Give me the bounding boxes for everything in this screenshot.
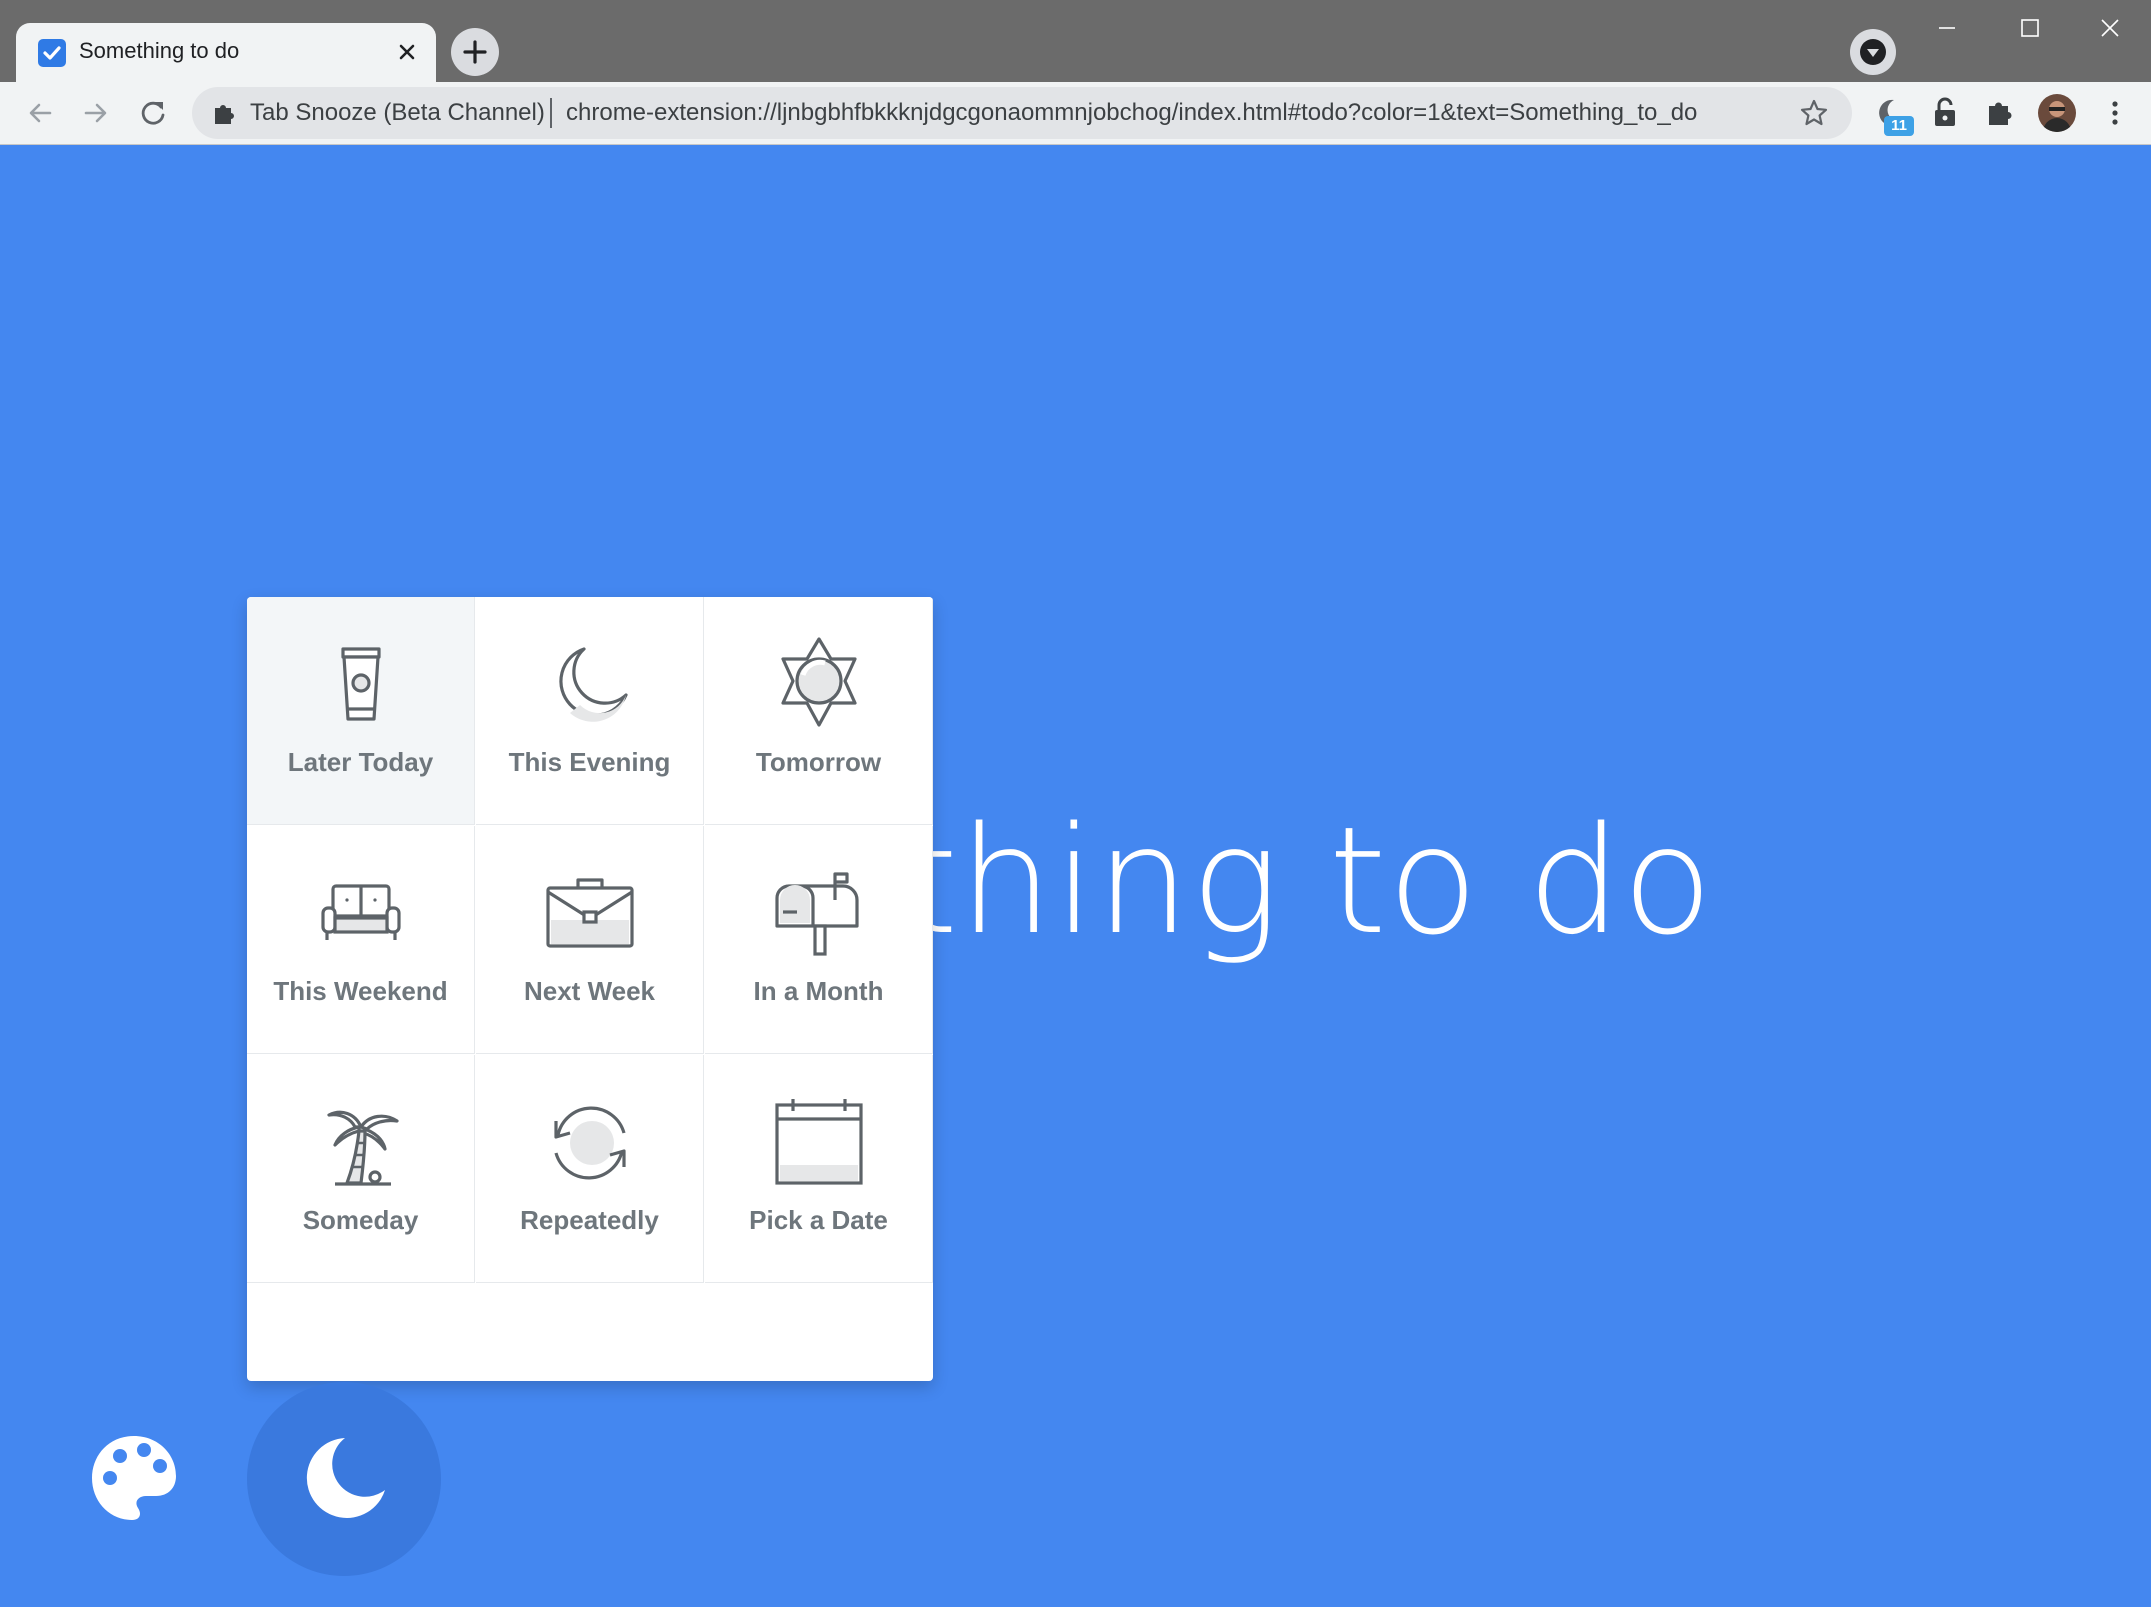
moon-icon bbox=[559, 647, 628, 722]
bookmark-star-icon[interactable] bbox=[1798, 97, 1830, 129]
couch-icon bbox=[321, 884, 401, 940]
address-bar[interactable]: Tab Snooze (Beta Channel) chrome-extensi… bbox=[192, 87, 1852, 139]
option-pick-a-date[interactable]: Pick a Date bbox=[705, 1055, 933, 1283]
moon-icon bbox=[306, 1438, 385, 1518]
snooze-options-panel: Later Today This Evening Tomorrow This W… bbox=[247, 597, 933, 1381]
option-someday[interactable]: Someday bbox=[247, 1055, 475, 1283]
reload-icon[interactable] bbox=[133, 93, 173, 133]
forward-arrow-icon[interactable] bbox=[76, 93, 116, 133]
plus-icon bbox=[463, 40, 487, 64]
palette-icon[interactable] bbox=[88, 1432, 180, 1524]
option-label: Tomorrow bbox=[755, 747, 882, 777]
back-arrow-icon[interactable] bbox=[20, 93, 60, 133]
briefcase-icon bbox=[546, 878, 634, 948]
checkbox-favicon-icon bbox=[38, 39, 66, 67]
option-this-weekend[interactable]: This Weekend bbox=[247, 826, 475, 1054]
site-name: Tab Snooze (Beta Channel) bbox=[250, 99, 545, 126]
sun-icon bbox=[781, 637, 857, 727]
option-tomorrow[interactable]: Tomorrow bbox=[705, 597, 933, 825]
lock-extension-icon[interactable] bbox=[1925, 93, 1965, 133]
tab-strip: Something to do bbox=[0, 0, 2151, 82]
option-label: Pick a Date bbox=[749, 1205, 888, 1235]
option-this-evening[interactable]: This Evening bbox=[476, 597, 704, 825]
todo-text: thing to do bbox=[900, 795, 1714, 967]
kebab-menu-icon[interactable] bbox=[2095, 93, 2135, 133]
tab-search-button[interactable] bbox=[1850, 29, 1896, 75]
option-label: Someday bbox=[302, 1205, 419, 1235]
omnibox-separator bbox=[550, 98, 552, 128]
option-later-today[interactable]: Later Today bbox=[247, 597, 475, 825]
puzzle-piece-icon bbox=[210, 99, 238, 127]
extensions-puzzle-icon[interactable] bbox=[1980, 93, 2020, 133]
option-label: In a Month bbox=[753, 976, 884, 1006]
close-window-button[interactable] bbox=[2085, 10, 2135, 46]
browser-toolbar: Tab Snooze (Beta Channel) chrome-extensi… bbox=[0, 82, 2151, 145]
tab-title: Something to do bbox=[79, 38, 240, 63]
new-tab-button[interactable] bbox=[451, 28, 499, 76]
option-label: Next Week bbox=[523, 976, 656, 1006]
calendar-icon bbox=[775, 1099, 863, 1185]
mailbox-icon bbox=[775, 872, 859, 956]
minimize-button[interactable] bbox=[1922, 10, 1972, 46]
repeat-icon bbox=[554, 1106, 626, 1180]
browser-tab[interactable]: Something to do bbox=[16, 23, 436, 82]
option-label: Later Today bbox=[287, 747, 434, 777]
palm-tree-icon bbox=[327, 1110, 399, 1186]
chevron-down-icon bbox=[1860, 39, 1886, 65]
tab-close-icon[interactable] bbox=[392, 37, 422, 67]
option-repeatedly[interactable]: Repeatedly bbox=[476, 1055, 704, 1283]
option-label: This Weekend bbox=[273, 976, 448, 1006]
option-label: This Evening bbox=[508, 747, 671, 777]
url-text: chrome-extension://ljnbgbhfbkkknjdgcgona… bbox=[566, 99, 1698, 126]
option-label: Repeatedly bbox=[520, 1205, 659, 1235]
coffee-cup-icon bbox=[341, 647, 381, 721]
option-in-a-month[interactable]: In a Month bbox=[705, 826, 933, 1054]
option-next-week[interactable]: Next Week bbox=[476, 826, 704, 1054]
snooze-fab-button[interactable] bbox=[247, 1382, 441, 1576]
snooze-options-grid: Later Today This Evening Tomorrow This W… bbox=[247, 597, 933, 1284]
maximize-button[interactable] bbox=[2004, 10, 2054, 46]
profile-avatar[interactable] bbox=[2038, 94, 2076, 132]
extension-badge: 11 bbox=[1884, 116, 1914, 136]
